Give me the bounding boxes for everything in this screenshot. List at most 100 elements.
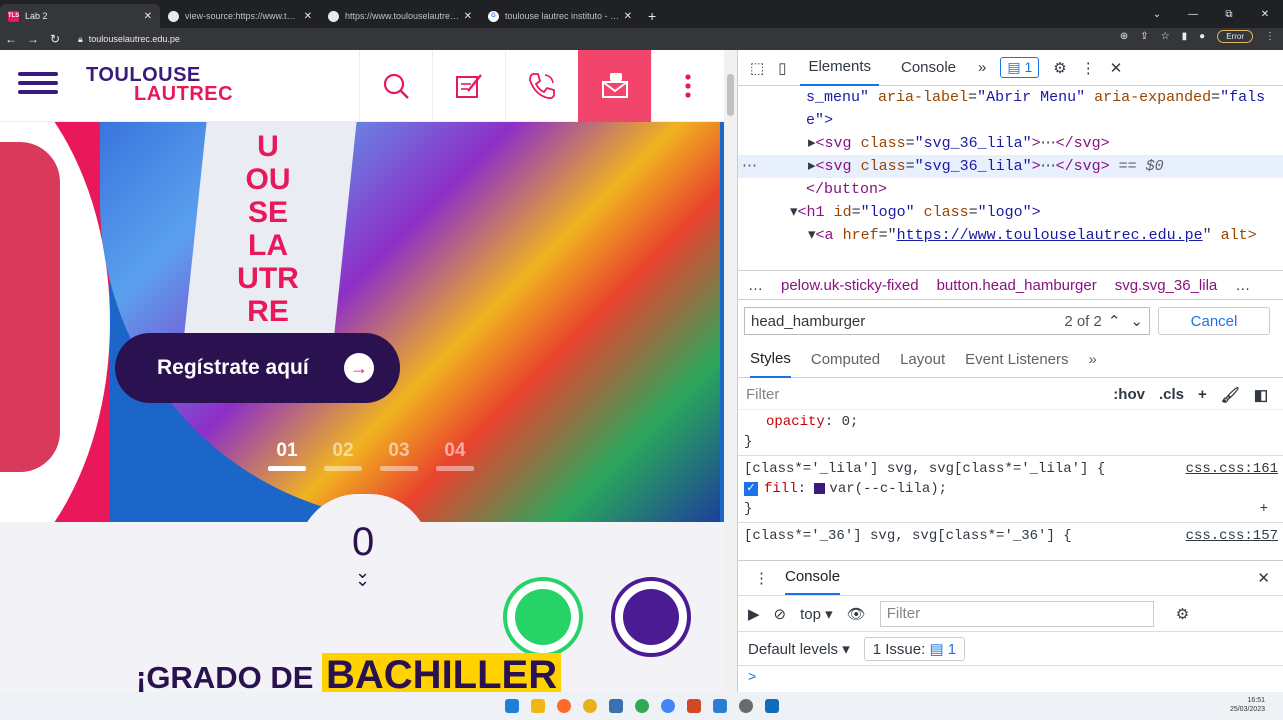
tab-layout[interactable]: Layout [900,351,945,368]
phone-icon[interactable] [505,50,578,122]
file-explorer-icon[interactable] [530,699,545,713]
page-scrollbar[interactable] [724,50,737,692]
profile-icon[interactable]: ● [1199,31,1205,42]
breadcrumb-item[interactable]: … [748,277,763,294]
paint-icon[interactable]: 🖌︎ [1221,386,1240,404]
console-prompt[interactable]: > [748,668,756,684]
levels-select[interactable]: Default levels ▾ [748,640,850,658]
tab-computed[interactable]: Computed [811,351,880,368]
sidepanel-icon[interactable]: ▮ [1182,31,1188,42]
sidebar-toggle-icon[interactable]: ◧ [1254,386,1268,404]
tab-event-listeners[interactable]: Event Listeners [965,351,1068,368]
breadcrumb-item[interactable]: button.head_hamburger [937,277,1097,294]
breadcrumb-item[interactable]: … [1235,277,1250,294]
error-button[interactable]: Error [1217,30,1253,43]
slide-indicator[interactable]: 04 [436,440,474,471]
browser-tab-toulouse-site[interactable]: https://www.toulouselautrec.edu ✕ [320,4,480,28]
more-tabs-icon[interactable]: » [1089,351,1097,368]
minimize-icon[interactable]: — [1175,9,1211,20]
breadcrumb-item[interactable]: svg.svg_36_lila [1115,277,1218,294]
inspect-element-icon[interactable]: ⬚ [750,59,764,77]
close-drawer-icon[interactable]: ✕ [1257,569,1270,587]
dom-line-selected[interactable]: ⋯ ▸<svg class="svg_36_lila">⋯</svg> == $0 [738,155,1283,178]
close-icon[interactable]: ✕ [624,11,632,22]
styles-filter[interactable]: Filter :hov .cls + 🖌︎ ◧ [738,380,1283,410]
search-icon[interactable] [359,50,432,122]
close-icon[interactable]: ✕ [304,11,312,22]
chevron-up-icon[interactable]: ⌃ [1108,312,1121,330]
windows-start-icon[interactable] [504,699,519,713]
css-source-link[interactable]: css.css:161 [1186,459,1278,479]
hamburger-menu-icon[interactable] [18,72,58,102]
url-field[interactable]: 🔒︎ toulouselautrec.edu.pe [70,30,188,48]
whatsapp-button[interactable] [503,577,583,657]
close-icon[interactable]: ✕ [464,11,472,22]
new-rule-button[interactable]: + [1198,386,1207,404]
app-icon[interactable] [608,699,623,713]
context-select[interactable]: top ▾ [800,605,833,623]
chat-advisor-button[interactable] [611,577,691,657]
menu-dots-icon[interactable]: ⋮ [1265,31,1275,42]
slide-indicator[interactable]: 02 [324,440,362,471]
eye-icon[interactable]: 👁︎ [847,605,866,623]
powerpoint-icon[interactable] [686,699,701,713]
share-icon[interactable]: ⇪ [1140,31,1148,42]
tab-search-icon[interactable]: ⌄ [1139,9,1175,20]
css-rule-selector[interactable]: [class*='_36'] svg, svg[class*='_36'] {c… [738,526,1283,546]
bookmark-star-icon[interactable]: ☆ [1161,31,1170,42]
edit-form-icon[interactable] [432,50,505,122]
browser-tab-lab2[interactable]: TLS Lab 2 ✕ [0,4,160,28]
browser-tab-google-search[interactable]: G toulouse lautrec instituto - Busc ✕ [480,4,640,28]
css-declaration[interactable]: ✓ fill: var(--c-lila); [738,479,1283,499]
chrome-icon[interactable] [634,699,649,713]
slide-indicator[interactable]: 01 [268,440,306,471]
reload-icon[interactable]: ↻ [44,32,66,46]
dom-line[interactable]: ▾<a href="https://www.toulouselautrec.ed… [738,224,1283,247]
settings-gear-icon[interactable]: ⚙ [1053,59,1066,77]
dom-line[interactable]: ▾<h1 id="logo" class="logo"> [738,201,1283,224]
hov-toggle[interactable]: :hov [1113,386,1145,404]
cancel-search-button[interactable]: Cancel [1158,307,1270,335]
notepad-icon[interactable] [712,699,727,713]
browser-tab-view-source[interactable]: view-source:https://www.toulous ✕ [160,4,320,28]
forward-icon[interactable]: → [22,32,44,46]
issues-badge[interactable]: ▤ 1 [1000,57,1040,78]
zoom-icon[interactable]: ⊕ [1120,31,1128,42]
color-swatch[interactable] [814,483,826,494]
new-tab-button[interactable]: + [648,4,656,28]
close-icon[interactable]: ✕ [144,11,152,22]
devtools-menu-icon[interactable]: ⋮ [1081,59,1096,77]
firefox-icon[interactable] [556,699,571,713]
drawer-menu-icon[interactable]: ⋮ [754,569,769,587]
chevron-down-icon[interactable]: ⌄ [1130,312,1143,330]
styles-filter-input[interactable]: Filter [746,386,779,403]
css-declaration[interactable]: opacity: 0; [738,412,1283,432]
cls-toggle[interactable]: .cls [1159,386,1184,404]
dom-search-input[interactable]: head_hamburger 2 of 2 ⌃ ⌄ [744,307,1150,335]
console-filter-input[interactable]: Filter [879,600,1154,627]
outlook-icon[interactable] [764,699,779,713]
chrome-icon[interactable] [660,699,675,713]
tab-styles[interactable]: Styles [750,342,791,378]
clear-console-icon[interactable]: ⊘ [774,605,787,623]
close-devtools-icon[interactable]: ✕ [1110,59,1123,77]
back-icon[interactable]: ← [0,32,22,46]
add-declaration-icon[interactable]: + [1260,499,1268,519]
close-window-icon[interactable]: ✕ [1247,9,1283,20]
chevron-double-down-icon[interactable]: ⌄ ⌄ [355,563,370,589]
more-options-icon[interactable] [651,50,724,122]
tab-console[interactable]: Console [893,50,964,86]
checkbox-checked-icon[interactable]: ✓ [744,482,758,496]
css-rule-selector[interactable]: [class*='_lila'] svg, svg[class*='_lila'… [738,459,1283,479]
tab-console-drawer[interactable]: Console [785,561,841,595]
issues-button[interactable]: 1 Issue: ▤ 1 [863,636,966,661]
more-tabs-icon[interactable]: » [978,59,986,76]
console-settings-icon[interactable]: ⚙ [1176,605,1189,623]
dom-line[interactable]: ▸<svg class="svg_36_lila">⋯</svg> [738,132,1283,155]
chrome-icon[interactable] [582,699,597,713]
mail-chat-icon[interactable] [578,50,651,122]
device-toggle-icon[interactable]: ▯ [778,59,786,77]
tab-elements[interactable]: Elements [800,50,879,86]
slide-indicator[interactable]: 03 [380,440,418,471]
dom-tree[interactable]: s_menu" aria-label="Abrir Menu" aria-exp… [738,86,1283,266]
